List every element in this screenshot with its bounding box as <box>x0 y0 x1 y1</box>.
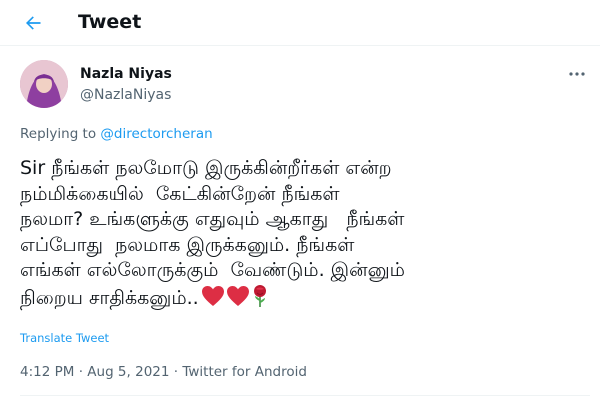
author-name[interactable]: Nazla Niyas <box>80 66 172 82</box>
author-handle[interactable]: @NazlaNiyas <box>80 87 171 103</box>
tweet-date[interactable]: Aug 5, 2021 <box>87 364 169 380</box>
page-title: Tweet <box>78 11 142 33</box>
tweet-text-line: எங்கள் எல்லோருக்கும் வேண்டும். இன்னும் <box>20 259 405 281</box>
replying-to: Replying to @directorcheran <box>20 126 213 142</box>
arrow-left-icon <box>26 16 41 30</box>
replying-to-link[interactable]: @directorcheran <box>100 126 212 142</box>
tweet-time[interactable]: 4:12 PM <box>20 364 74 380</box>
rose-icon <box>253 284 266 307</box>
translate-tweet-link[interactable]: Translate Tweet <box>20 331 109 345</box>
tweet-text-line: நிறைய சாதிக்கனும்.. <box>20 286 199 309</box>
avatar-image <box>20 60 68 108</box>
tweet-text-line: Sir நீங்கள் நலமோடு இருக்கின்றீர்கள் என்ற <box>20 157 392 179</box>
emoji-group <box>201 284 270 308</box>
replying-prefix: Replying to <box>20 126 101 142</box>
back-button[interactable] <box>16 8 50 38</box>
divider <box>20 395 590 396</box>
tweet-source[interactable]: Twitter for Android <box>182 364 307 380</box>
red-heart-icon <box>226 285 249 306</box>
tweet-meta: 4:12 PM · Aug 5, 2021 · Twitter for Andr… <box>20 364 307 380</box>
tweet-text-line: நலமா? உங்களுக்கு எதுவும் ஆகாது நீங்கள் <box>20 208 405 230</box>
meta-separator: · <box>169 364 183 380</box>
more-horizontal-icon <box>569 72 585 76</box>
red-heart-icon <box>201 285 224 306</box>
more-button[interactable] <box>566 64 588 84</box>
avatar[interactable] <box>20 60 68 108</box>
tweet-text: Sir நீங்கள் நலமோடு இருக்கின்றீர்கள் என்ற… <box>20 156 590 309</box>
top-header: Tweet <box>0 0 600 46</box>
tweet-page: Tweet Nazla Niyas @NazlaNiyas Replying t… <box>0 0 600 400</box>
tweet-text-line: நம்மிக்கையில் கேட்கின்றேன் நீங்கள் <box>20 182 340 205</box>
tweet-text-last-line: நிறைய சாதிக்கனும்.. <box>20 284 590 310</box>
meta-separator: · <box>74 364 88 380</box>
tweet-text-line: எப்போது நலமாக இருக்கனும். நீங்கள் <box>20 233 355 256</box>
